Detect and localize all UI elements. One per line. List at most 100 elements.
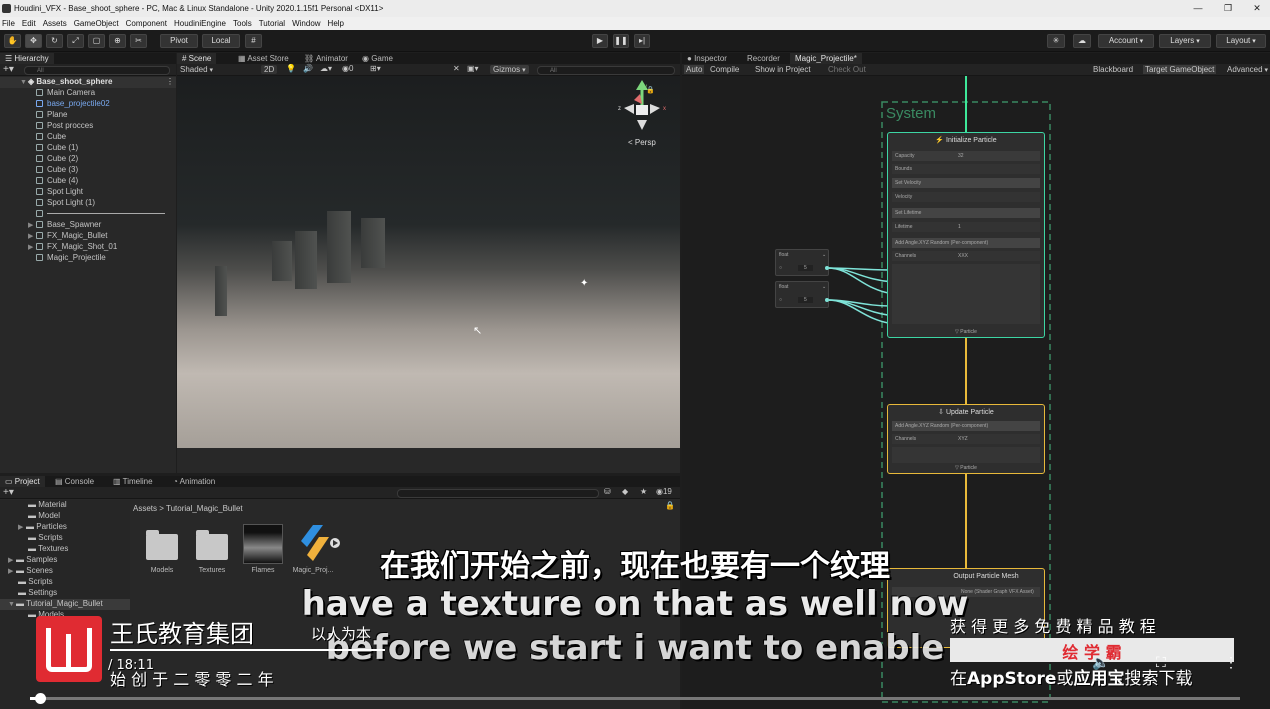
update-angle-block[interactable]: Add Angle.XYZ Random (Per-component) [892,421,1040,431]
scale-tool-icon[interactable]: ⤢ [67,34,84,48]
folder-item[interactable]: ▬ Material [28,500,67,510]
scene-cube[interactable] [215,266,227,316]
menu-houdiniengine[interactable]: HoudiniEngine [172,19,231,28]
layout-dropdown[interactable]: Layout [1216,34,1266,48]
audio-icon[interactable]: 🔊 [303,64,313,73]
tab-game[interactable]: ◉ Game [357,53,398,64]
float-node[interactable]: float ⌄ ○ 5 [775,249,829,276]
tab-inspector[interactable]: ● Inspector [682,53,732,64]
menu-edit[interactable]: Edit [20,19,41,28]
pivot-toggle[interactable]: Pivot [160,34,198,48]
scene-cube[interactable] [361,218,385,268]
auto-toggle[interactable]: Auto [684,65,705,74]
list-item[interactable]: Main Camera [36,88,95,98]
tab-scene[interactable]: # Scene [177,53,217,64]
hand-tool-icon[interactable]: ✋ [4,34,21,48]
shading-dropdown[interactable]: Shaded [180,65,258,74]
perspective-label[interactable]: < Persp [628,138,656,147]
minimize-button[interactable]: — [1183,0,1213,17]
add-icon[interactable]: +▾ [3,64,14,76]
list-item-separator[interactable] [36,209,172,219]
project-search-input[interactable] [397,489,599,498]
tab-magic-projectile[interactable]: Magic_Projectile* [790,53,862,64]
more-options-icon[interactable]: ⋮ [1224,654,1238,671]
scene-cube[interactable] [295,231,317,289]
tab-recorder[interactable]: Recorder [742,53,785,64]
maximize-button[interactable]: ❐ [1213,0,1243,17]
collab-icon[interactable]: ✳ [1047,34,1065,48]
close-button[interactable]: ✕ [1242,0,1270,17]
lock-icon[interactable]: 🔒 [646,86,655,94]
list-item[interactable]: Cube (4) [36,176,78,186]
list-item[interactable]: Magic_Projectile [36,253,106,263]
hidden-objects-icon[interactable]: ◉0 [342,64,353,73]
filter-type-icon[interactable]: ⛁ [604,487,611,496]
output-port[interactable] [825,266,829,270]
output-port[interactable] [825,298,829,302]
blackboard-button[interactable]: Blackboard [1093,65,1133,74]
rotate-tool-icon[interactable]: ↻ [46,34,63,48]
play-button[interactable]: ▶ [592,34,608,48]
update-particle-context[interactable]: ⇩ Update Particle Add Angle.XYZ Random (… [887,404,1045,474]
menu-file[interactable]: File [0,19,20,28]
list-item[interactable]: ▶ FX_Magic_Shot_01 [28,242,117,252]
list-item[interactable]: base_projectile02 [36,99,110,109]
scene-menu-icon[interactable]: ⋮ [166,77,174,86]
rect-tool-icon[interactable]: ▢ [88,34,105,48]
compile-button[interactable]: Compile [710,65,739,74]
folder-item[interactable]: ▶ ▬ Particles [18,522,67,532]
list-item[interactable]: ▶ FX_Magic_Bullet [28,231,107,241]
list-item[interactable]: Cube (1) [36,143,78,153]
set-velocity-block[interactable]: Set Velocity [892,178,1040,188]
lighting-icon[interactable]: 💡 [286,64,296,73]
menu-window[interactable]: Window [290,19,325,28]
channels-field[interactable]: Channels XXX [892,251,1040,261]
create-icon[interactable]: +▾ [3,487,14,499]
move-tool-icon[interactable]: ✥ [25,34,42,48]
scene-viewport[interactable]: ✦ ↖ 🔒 y z x < Persp [177,76,680,448]
menu-assets[interactable]: Assets [41,19,72,28]
fullscreen-icon[interactable]: ⛶ [1156,654,1166,671]
cloud-icon[interactable]: ☁ [1073,34,1091,48]
initialize-particle-context[interactable]: ⚡ Initialize Particle Capacity 32 Bounds … [887,132,1045,338]
capacity-field[interactable]: Capacity 32 [892,151,1040,161]
video-progress-bar[interactable] [30,693,1240,704]
volume-icon[interactable]: 🔈 [1092,654,1109,671]
list-item[interactable]: ▶ Base_Spawner [28,220,101,230]
tab-animator[interactable]: ⛓ Animator [299,53,353,64]
pause-button[interactable]: ❚❚ [613,34,629,48]
angle-random-block[interactable]: Add Angle.XYZ Random (Per-component) [892,238,1040,248]
gizmos-dropdown[interactable]: Gizmos [490,65,529,74]
menu-component[interactable]: Component [124,19,172,28]
set-lifetime-block[interactable]: Set Lifetime [892,208,1040,218]
custom-tool-icon[interactable]: ✂ [130,34,147,48]
tools-icon[interactable]: ✕ [453,64,460,73]
folder-item[interactable]: ▬ Model [28,511,60,521]
panel-lock-icon[interactable]: 🔒 [665,501,675,510]
effects-icon[interactable]: ☁▾ [320,64,332,73]
menu-tools[interactable]: Tools [231,19,257,28]
list-item[interactable]: Spot Light (1) [36,198,95,208]
menu-gameobject[interactable]: GameObject [72,19,124,28]
tab-timeline[interactable]: ▥ Timeline [108,476,158,487]
list-item[interactable]: Cube (3) [36,165,78,175]
progress-scrubber-handle[interactable] [35,693,46,704]
list-item[interactable]: Post procces [36,121,93,131]
camera-icon[interactable]: ▣▾ [467,64,479,73]
list-item[interactable]: Spot Light [36,187,83,197]
orientation-gizmo-icon[interactable] [614,78,670,134]
lifetime-field[interactable]: Lifetime 1 [892,222,1040,232]
bounds-field[interactable]: Bounds [892,164,1040,174]
update-channels-field[interactable]: Channels XYZ [892,434,1040,444]
layers-dropdown[interactable]: Layers [1159,34,1211,48]
target-gameobject-button[interactable]: Target GameObject [1143,65,1217,74]
grid-icon[interactable]: ⊞▾ [370,64,381,73]
local-toggle[interactable]: Local [202,34,240,48]
advanced-dropdown[interactable]: Advanced [1227,65,1268,74]
show-in-project-button[interactable]: Show in Project [755,65,811,74]
tab-console[interactable]: ▤ Console [50,476,99,487]
menu-help[interactable]: Help [326,19,349,28]
transform-tool-icon[interactable]: ⊕ [109,34,126,48]
menu-tutorial[interactable]: Tutorial [257,19,290,28]
check-out-button[interactable]: Check Out [828,65,866,74]
